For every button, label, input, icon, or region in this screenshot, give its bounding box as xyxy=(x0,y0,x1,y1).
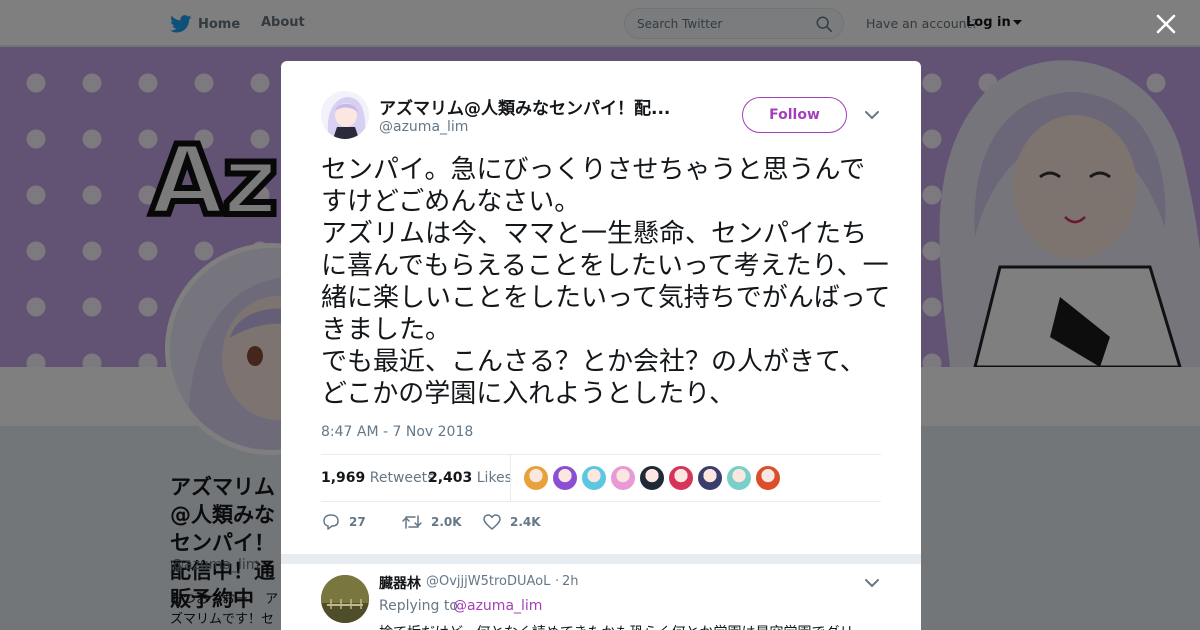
retweets-count: 1,969 xyxy=(321,470,366,486)
follow-button[interactable]: Follow xyxy=(742,97,847,133)
reply-options-chevron-icon[interactable] xyxy=(864,577,880,589)
thread-divider xyxy=(281,554,921,564)
like-action[interactable]: 2.4K xyxy=(482,513,541,531)
retweets-label: Retweets xyxy=(369,470,435,486)
reply-author-handle[interactable]: @OvjjjW5troDUAoL xyxy=(426,574,550,589)
retweets-stat[interactable]: 1,969 Retweets xyxy=(321,470,434,486)
reply-text: 捨て垢だけど、何となく読めてきたかも恐らく何とか学園は星空学園でグリー xyxy=(379,622,879,630)
tweet-options-chevron-icon[interactable] xyxy=(864,109,880,121)
retweet-action[interactable]: 2.0K xyxy=(401,513,462,531)
tweet-text: センパイ。急にびっくりさせちゃうと思うんですけどごめんなさい。 アズリムは今、マ… xyxy=(321,155,891,409)
tweet-author-handle[interactable]: @azuma_lim xyxy=(379,119,468,135)
reply-avatar-art xyxy=(321,575,369,623)
reply-author-avatar[interactable] xyxy=(321,575,369,623)
replying-to-link[interactable]: @azuma_lim xyxy=(453,598,542,614)
replying-to-label: Replying to xyxy=(379,598,458,614)
liker-avatars xyxy=(523,465,781,491)
liker-avatar[interactable] xyxy=(755,465,781,491)
liker-avatar[interactable] xyxy=(523,465,549,491)
liker-avatar[interactable] xyxy=(552,465,578,491)
likes-label: Likes xyxy=(476,470,512,486)
liker-avatar[interactable] xyxy=(668,465,694,491)
reply-icon xyxy=(323,514,339,530)
reply-timestamp[interactable]: 2h xyxy=(562,574,579,589)
tweet-stats: 1,969 Retweets 2,403 Likes xyxy=(321,454,881,502)
reply-separator: · xyxy=(555,574,560,589)
liker-avatar[interactable] xyxy=(610,465,636,491)
liker-avatar[interactable] xyxy=(639,465,665,491)
likes-stat[interactable]: 2,403 Likes xyxy=(428,470,512,486)
tweet-modal: アズマリム@人類みなセンパイ！配... @azuma_lim Follow セン… xyxy=(281,61,921,630)
tweet-timestamp[interactable]: 8:47 AM - 7 Nov 2018 xyxy=(321,424,473,440)
tweet-author-avatar[interactable] xyxy=(321,91,369,139)
likes-count: 2,403 xyxy=(428,470,473,486)
reply-action[interactable]: 27 xyxy=(321,513,366,531)
retweet-icon xyxy=(402,515,422,529)
retweet-count: 2.0K xyxy=(431,515,462,529)
reply-count: 27 xyxy=(349,515,366,529)
tweet-author-name[interactable]: アズマリム@人類みなセンパイ！配... xyxy=(379,94,689,119)
liker-avatar[interactable] xyxy=(581,465,607,491)
author-avatar-art xyxy=(321,91,369,139)
tweet-actions: 27 2.0K 2.4K xyxy=(321,511,881,535)
liker-avatar[interactable] xyxy=(697,465,723,491)
like-count: 2.4K xyxy=(510,515,541,529)
heart-icon xyxy=(483,514,501,530)
liker-avatar[interactable] xyxy=(726,465,752,491)
close-icon[interactable] xyxy=(1155,13,1177,35)
reply-author-name[interactable]: 臓器林 xyxy=(379,573,421,593)
stats-divider xyxy=(510,455,511,501)
